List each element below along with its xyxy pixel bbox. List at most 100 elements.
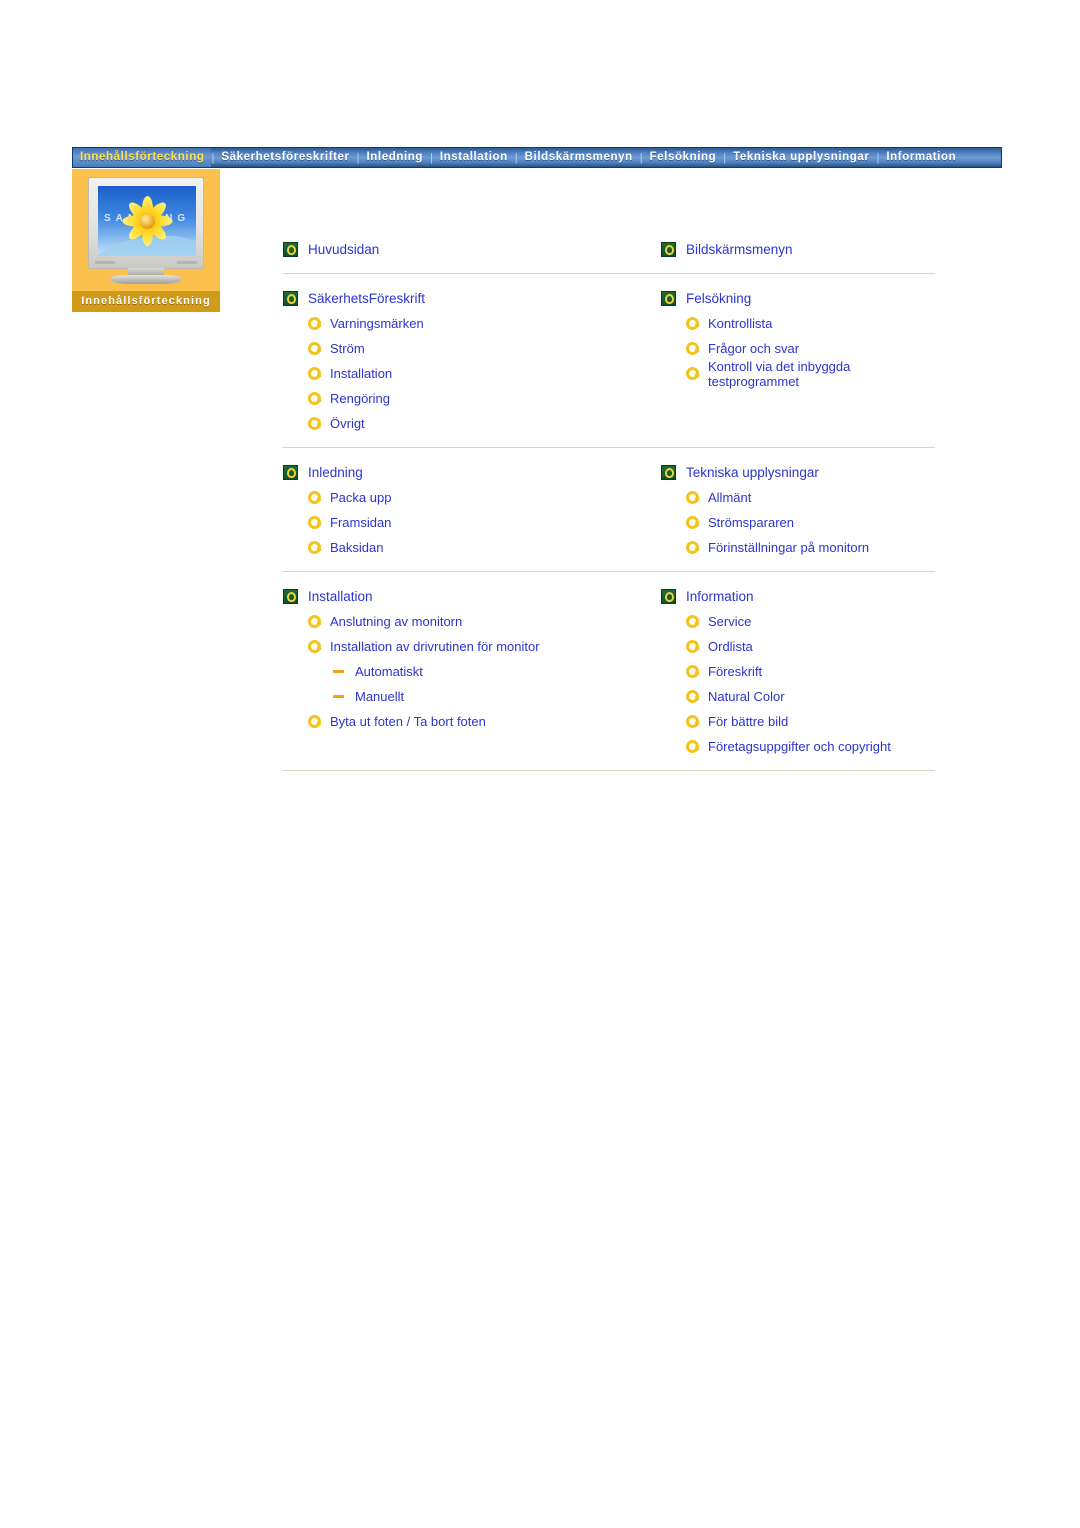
toc-column-right: Information Service Ordlista Föreskrift Natu…	[609, 583, 935, 759]
toc-item-övrigt[interactable]: Övrigt	[283, 411, 597, 436]
toc-item-service[interactable]: Service	[661, 609, 935, 634]
toc-column-left: SäkerhetsFöreskrift Varningsmärken Ström In…	[283, 285, 609, 436]
toc-item-label: Service	[708, 614, 752, 629]
toc-item-label: Rengöring	[330, 391, 390, 406]
nav-item-installation[interactable]: Installation	[433, 148, 515, 167]
toc-item-rengöring[interactable]: Rengöring	[283, 386, 597, 411]
toc-item-label: Företagsuppgifter och copyright	[708, 739, 891, 754]
toc-column-right: Bildskärmsmenyn	[609, 236, 935, 262]
table-of-contents: Huvudsidan Bildskärmsmenyn SäkerhetsFöresk…	[283, 236, 935, 782]
toc-item-label: Framsidan	[330, 515, 392, 530]
bullet-ring-icon	[308, 367, 322, 380]
toc-group: SäkerhetsFöreskrift Varningsmärken Ström In…	[283, 285, 935, 436]
toc-subitem-manuellt[interactable]: Manuellt	[283, 684, 597, 709]
toc-section-huvudsidan[interactable]: Huvudsidan	[283, 236, 597, 262]
monitor-thumbnail-icon: SAMSUNG	[88, 177, 204, 284]
nav-item-inledning[interactable]: Inledning	[359, 148, 430, 167]
toc-section-label: SäkerhetsFöreskrift	[308, 290, 426, 306]
toc-item-kontroll-via-det-inbyggda-testprogrammet[interactable]: Kontroll via det inbyggda testprogrammet	[661, 358, 935, 389]
toc-section-inledning[interactable]: Inledning	[283, 459, 597, 485]
nav-item-tekniska-upplysningar[interactable]: Tekniska upplysningar	[726, 148, 876, 167]
nav-separator: |	[723, 151, 727, 164]
section-square-icon	[283, 588, 298, 604]
toc-subitem-automatiskt[interactable]: Automatiskt	[283, 659, 597, 684]
toc-item-frågor-och-svar[interactable]: Frågor och svar	[661, 336, 935, 361]
toc-group: Inledning Packa upp Framsidan Baksidan Tekni…	[283, 459, 935, 560]
banner-title: Innehållsförteckning	[72, 291, 220, 312]
section-divider	[283, 273, 935, 274]
section-square-icon	[661, 588, 676, 604]
nav-item-information[interactable]: Information	[879, 148, 963, 167]
toc-item-label: Anslutning av monitorn	[330, 614, 463, 629]
bullet-ring-icon	[686, 541, 700, 554]
toc-item-label: Föreskrift	[708, 664, 763, 679]
toc-item-ström[interactable]: Ström	[283, 336, 597, 361]
bullet-ring-icon	[308, 317, 322, 330]
toc-item-för-bättre-bild[interactable]: För bättre bild	[661, 709, 935, 734]
nav-separator: |	[211, 151, 215, 164]
top-navigation-bar: Innehållsförteckning | Säkerhetsföreskrift…	[72, 147, 1002, 168]
toc-item-label: Natural Color	[708, 689, 785, 704]
toc-item-strömspararen[interactable]: Strömspararen	[661, 510, 935, 535]
bullet-ring-icon	[686, 715, 700, 728]
monitor-vents	[95, 261, 197, 264]
toc-banner: SAMSUNG Innehållsförteckning	[72, 169, 220, 312]
toc-item-kontrollista[interactable]: Kontrollista	[661, 311, 935, 336]
toc-item-label: Ordlista	[708, 639, 753, 654]
toc-item-föreskrift[interactable]: Föreskrift	[661, 659, 935, 684]
toc-item-varningsmärken[interactable]: Varningsmärken	[283, 311, 597, 336]
bullet-ring-icon	[308, 342, 322, 355]
toc-item-anslutning-av-monitorn[interactable]: Anslutning av monitorn	[283, 609, 597, 634]
bullet-ring-icon	[308, 615, 322, 628]
toc-section-label: Inledning	[308, 464, 363, 480]
toc-item-företagsuppgifter-och-copyright[interactable]: Företagsuppgifter och copyright	[661, 734, 935, 759]
toc-section-felsökning[interactable]: Felsökning	[661, 285, 935, 311]
nav-item-innehållsförteckning[interactable]: Innehållsförteckning	[73, 148, 212, 167]
toc-item-label: Strömspararen	[708, 515, 794, 530]
bullet-ring-icon	[686, 740, 700, 753]
toc-section-säkerhetsföreskrift[interactable]: SäkerhetsFöreskrift	[283, 285, 597, 311]
section-square-icon	[661, 241, 676, 257]
toc-item-packa-upp[interactable]: Packa upp	[283, 485, 597, 510]
toc-section-label: Felsökning	[686, 290, 752, 306]
toc-item-label: Övrigt	[330, 416, 365, 431]
toc-item-baksidan[interactable]: Baksidan	[283, 535, 597, 560]
toc-item-label: Installation	[330, 366, 393, 381]
bullet-ring-icon	[308, 491, 322, 504]
toc-section-label: Information	[686, 588, 754, 604]
toc-item-installation[interactable]: Installation	[283, 361, 597, 386]
toc-item-label: Varningsmärken	[330, 316, 424, 331]
nav-item-säkerhetsföreskrifter[interactable]: Säkerhetsföreskrifter	[214, 148, 356, 167]
toc-section-tekniska-upplysningar[interactable]: Tekniska upplysningar	[661, 459, 935, 485]
section-square-icon	[283, 290, 298, 306]
toc-item-label: Allmänt	[708, 490, 752, 505]
toc-item-installation-av-drivrutinen-för-monitor[interactable]: Installation av drivrutinen för monitor	[283, 634, 597, 659]
nav-separator: |	[356, 151, 360, 164]
nav-separator: |	[876, 151, 880, 164]
toc-subitem-label: Manuellt	[355, 689, 405, 704]
toc-column-left: Inledning Packa upp Framsidan Baksidan	[283, 459, 609, 560]
bullet-ring-icon	[686, 342, 700, 355]
toc-section-installation[interactable]: Installation	[283, 583, 597, 609]
toc-item-byta-ut-foten-ta-bort-foten[interactable]: Byta ut foten / Ta bort foten	[283, 709, 597, 734]
toc-item-förinställningar-på-monitorn[interactable]: Förinställningar på monitorn	[661, 535, 935, 560]
bullet-ring-icon	[308, 516, 322, 529]
toc-item-label: Installation av drivrutinen för monitor	[330, 639, 540, 654]
toc-section-bildskärmsmenyn[interactable]: Bildskärmsmenyn	[661, 236, 935, 262]
toc-item-natural-color[interactable]: Natural Color	[661, 684, 935, 709]
nav-item-bildskärmsmenyn[interactable]: Bildskärmsmenyn	[518, 148, 640, 167]
toc-item-allmänt[interactable]: Allmänt	[661, 485, 935, 510]
toc-column-left: Installation Anslutning av monitorn Instal…	[283, 583, 609, 759]
section-square-icon	[661, 290, 676, 306]
bullet-ring-icon	[686, 516, 700, 529]
nav-item-felsökning[interactable]: Felsökning	[643, 148, 724, 167]
bullet-dash-icon	[333, 670, 344, 673]
toc-group: Installation Anslutning av monitorn Instal…	[283, 583, 935, 759]
toc-item-label: Kontroll via det inbyggda testprogrammet	[708, 358, 851, 389]
nav-separator: |	[639, 151, 643, 164]
toc-section-label: Installation	[308, 588, 373, 604]
toc-section-information[interactable]: Information	[661, 583, 935, 609]
toc-item-framsidan[interactable]: Framsidan	[283, 510, 597, 535]
bullet-ring-icon	[308, 541, 322, 554]
toc-item-ordlista[interactable]: Ordlista	[661, 634, 935, 659]
